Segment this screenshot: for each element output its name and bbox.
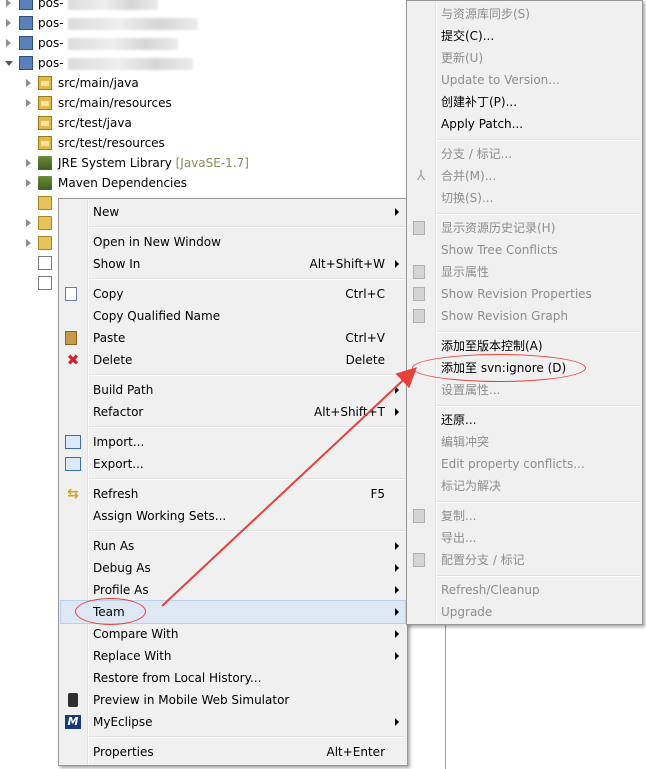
annotation-arrow — [161, 367, 417, 607]
arrow-line — [161, 367, 417, 607]
